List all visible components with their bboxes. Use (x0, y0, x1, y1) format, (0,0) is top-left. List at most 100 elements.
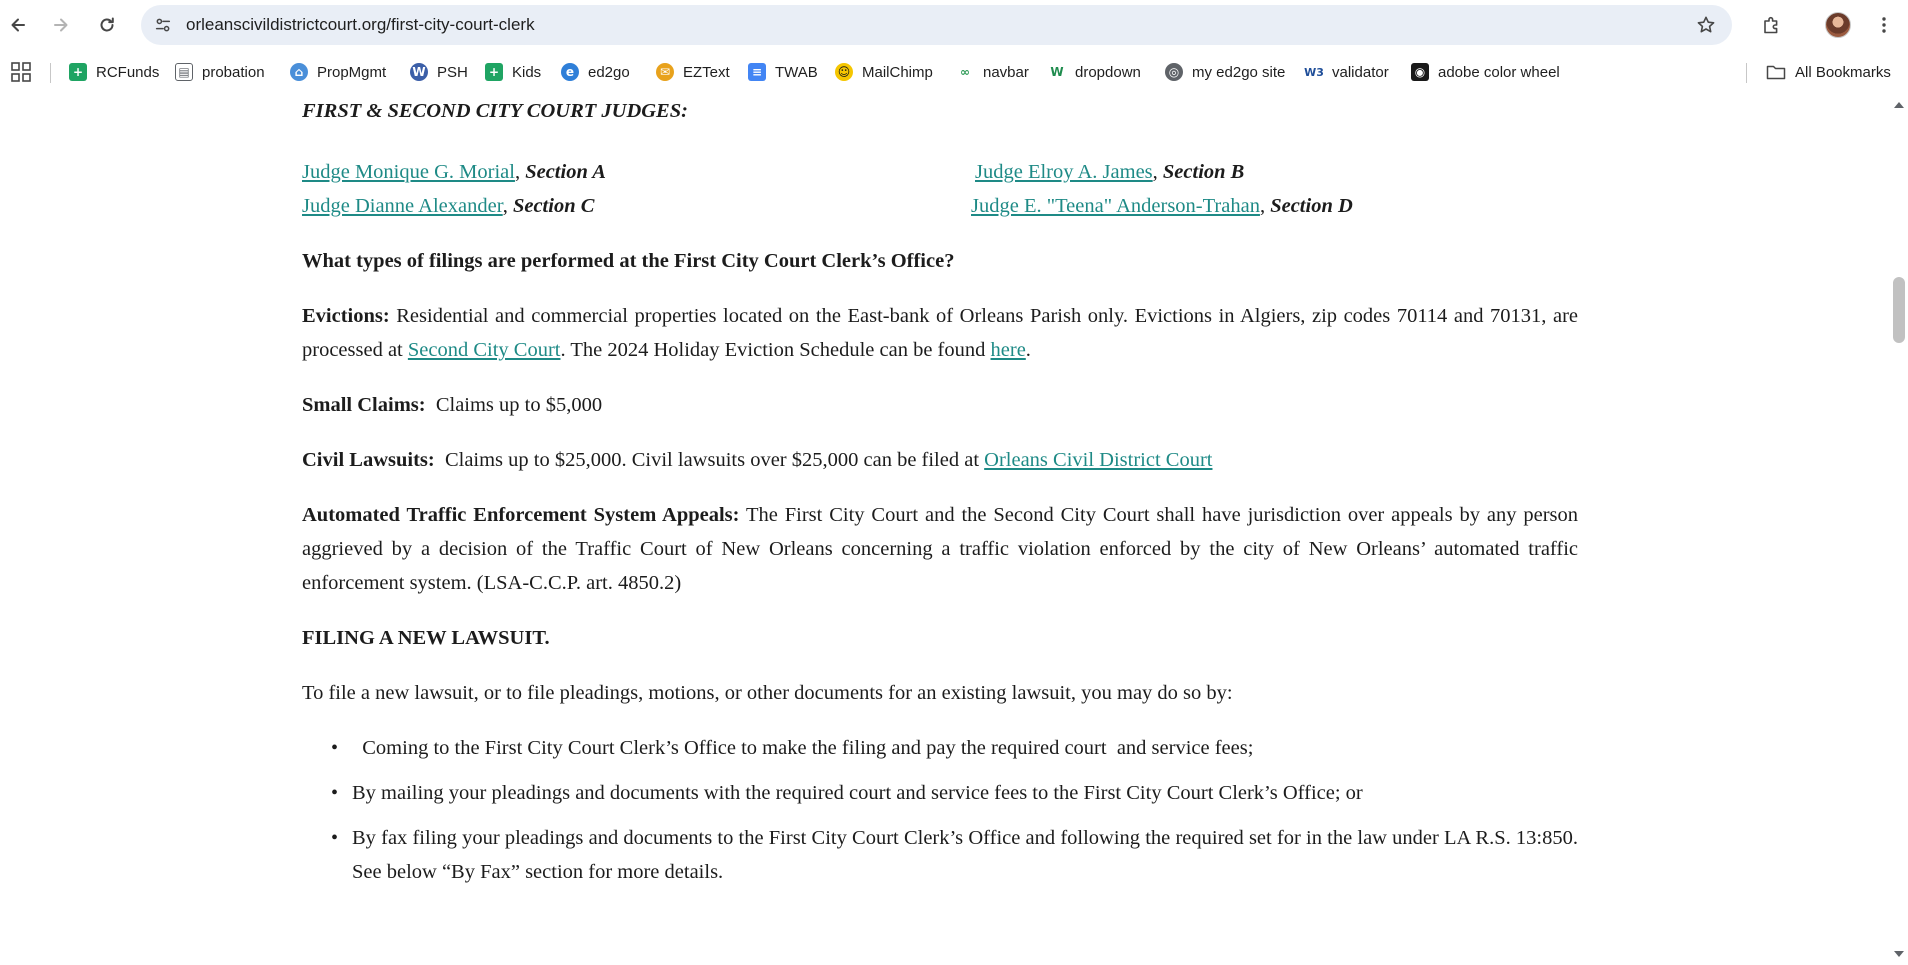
bookmark-psh[interactable]: W PSH (410, 57, 468, 87)
bookmark-rcfunds[interactable]: + RCFunds (69, 57, 159, 87)
more-vert-icon (1882, 17, 1886, 33)
address-bar[interactable]: orleanscivildistrictcourt.org/first-city… (141, 5, 1732, 45)
bookmark-label: validator (1332, 63, 1389, 81)
puzzle-icon (1764, 16, 1778, 34)
bookmark-label: PSH (437, 63, 468, 81)
bullet-marker: • (331, 782, 339, 804)
w3c-icon: W3 (1304, 63, 1324, 81)
sheets-icon: + (485, 63, 503, 81)
traffic-appeals-paragraph: Automated Traffic Enforcement System App… (302, 504, 1579, 594)
ed2go-icon: e (561, 63, 579, 81)
bookmark-label: RCFunds (96, 63, 160, 81)
all-bookmarks-button[interactable]: All Bookmarks (1766, 57, 1891, 87)
judge-link[interactable]: Judge Elroy A. James (975, 161, 1153, 183)
filing-method-item: By fax filing your pleadings and documen… (352, 827, 1578, 883)
judge-entry-a: Judge Monique G. Morial, Section A (302, 161, 606, 183)
bookmark-probation[interactable]: ▤ probation (175, 57, 265, 87)
reload-icon (100, 17, 114, 32)
profile-avatar[interactable] (1825, 12, 1851, 38)
bookmark-mailchimp[interactable]: ☺ MailChimp (835, 57, 933, 87)
filing-heading: FILING A NEW LAWSUIT. (302, 627, 550, 649)
bookmark-label: PropMgmt (317, 63, 387, 81)
forward-button[interactable] (45, 9, 77, 41)
tune-icon (155, 18, 171, 32)
filing-method-item: By mailing your pleadings and documents … (352, 782, 1363, 804)
bullet-marker: • (331, 737, 339, 759)
judge-link[interactable]: Judge Monique G. Morial (302, 161, 515, 183)
judge-link[interactable]: Judge E. "Teena" Anderson-Trahan (971, 195, 1260, 217)
bookmark-label: adobe color wheel (1438, 63, 1560, 81)
evictions-label: Evictions: (302, 305, 390, 327)
bookmark-eztext[interactable]: ✉ EZText (656, 57, 730, 87)
back-button[interactable] (2, 9, 34, 41)
navbar-icon: ∞ (956, 63, 974, 81)
judge-section: Section A (525, 161, 606, 183)
bookmarks-right-separator (1746, 63, 1747, 83)
forward-arrow-icon (54, 18, 68, 32)
site-info-button[interactable] (148, 10, 178, 40)
filing-method-item: Coming to the First City Court Clerk’s O… (352, 737, 1254, 759)
adobe-color-icon: ◉ (1411, 63, 1429, 81)
second-city-court-link[interactable]: Second City Court (408, 339, 561, 361)
bookmark-propmgmt[interactable]: ⌂ PropMgmt (290, 57, 386, 87)
scroll-up-arrow-icon[interactable] (1894, 102, 1904, 108)
url-text[interactable]: orleanscivildistrictcourt.org/first-city… (186, 5, 535, 45)
bookmark-twab[interactable]: ≡ TWAB (748, 57, 818, 87)
back-arrow-icon (11, 18, 25, 32)
filings-question: What types of filings are performed at t… (302, 250, 955, 272)
judge-entry-d: Judge E. "Teena" Anderson-Trahan, Sectio… (971, 195, 1353, 217)
bookmark-label: ed2go (588, 63, 630, 81)
extensions-button[interactable] (1756, 9, 1788, 41)
globe-icon: ◎ (1165, 63, 1183, 81)
bookmark-validator[interactable]: W3 validator (1304, 57, 1389, 87)
folder-icon (1766, 65, 1786, 80)
docs-icon: ≡ (748, 63, 766, 81)
page-scrollbar[interactable] (1890, 94, 1908, 965)
bookmark-label: TWAB (775, 63, 818, 81)
bookmark-ed2go[interactable]: e ed2go (561, 57, 630, 87)
bookmark-label: probation (202, 63, 265, 81)
mailchimp-icon: ☺ (835, 63, 853, 81)
small-claims-label: Small Claims: (302, 394, 426, 416)
bookmark-label: EZText (683, 63, 730, 81)
scrollbar-thumb[interactable] (1893, 277, 1905, 343)
bookmark-label: navbar (983, 63, 1029, 81)
bookmark-label: dropdown (1075, 63, 1141, 81)
browser-toolbar: orleanscivildistrictcourt.org/first-city… (0, 0, 1908, 50)
traffic-appeals-label: Automated Traffic Enforcement System App… (302, 504, 740, 526)
bookmarks-separator (50, 63, 51, 83)
bookmark-kids[interactable]: + Kids (485, 57, 541, 87)
evictions-paragraph: Evictions: Residential and commercial pr… (302, 305, 1578, 361)
judge-entry-b: Judge Elroy A. James, Section B (975, 161, 1245, 183)
small-claims-paragraph: Small Claims: Claims up to $5,000 (302, 394, 603, 416)
chrome-menu-button[interactable] (1870, 9, 1898, 41)
reload-button[interactable] (91, 9, 123, 41)
bookmark-label: MailChimp (862, 63, 933, 81)
bookmark-navbar[interactable]: ∞ navbar (956, 57, 1029, 87)
document-person-icon: ▤ (175, 63, 193, 81)
eztext-icon: ✉ (656, 63, 674, 81)
civil-lawsuits-paragraph: Civil Lawsuits: Claims up to $25,000. Ci… (302, 449, 1213, 471)
bookmark-adobe-color-wheel[interactable]: ◉ adobe color wheel (1411, 57, 1560, 87)
orleans-civil-district-court-link[interactable]: Orleans Civil District Court (984, 449, 1212, 471)
bookmark-star-button[interactable] (1692, 11, 1720, 39)
bookmark-dropdown[interactable]: W dropdown (1048, 57, 1141, 87)
judge-link[interactable]: Judge Dianne Alexander (302, 195, 503, 217)
wordpress-icon: W (410, 63, 428, 81)
page-content: FIRST & SECOND CITY COURT JUDGES: Judge … (0, 94, 1890, 965)
judge-entry-c: Judge Dianne Alexander, Section C (302, 195, 595, 217)
judge-section: Section B (1162, 161, 1245, 183)
scroll-down-arrow-icon[interactable] (1894, 951, 1904, 957)
holiday-schedule-link[interactable]: here (991, 339, 1026, 361)
judge-section: Section C (512, 195, 595, 217)
judges-heading: FIRST & SECOND CITY COURT JUDGES: (302, 100, 688, 122)
bookmarks-bar: + RCFunds ▤ probation ⌂ PropMgmt W PSH +… (0, 50, 1908, 94)
bullet-marker: • (331, 827, 339, 849)
apps-grid-icon[interactable] (10, 61, 32, 83)
filing-intro: To file a new lawsuit, or to file pleadi… (302, 682, 1233, 704)
star-icon (1697, 16, 1715, 33)
dropdown-icon: W (1048, 63, 1066, 81)
bookmark-label: my ed2go site (1192, 63, 1286, 81)
bookmark-my-ed2go-site[interactable]: ◎ my ed2go site (1165, 57, 1285, 87)
propmgmt-icon: ⌂ (290, 63, 308, 81)
